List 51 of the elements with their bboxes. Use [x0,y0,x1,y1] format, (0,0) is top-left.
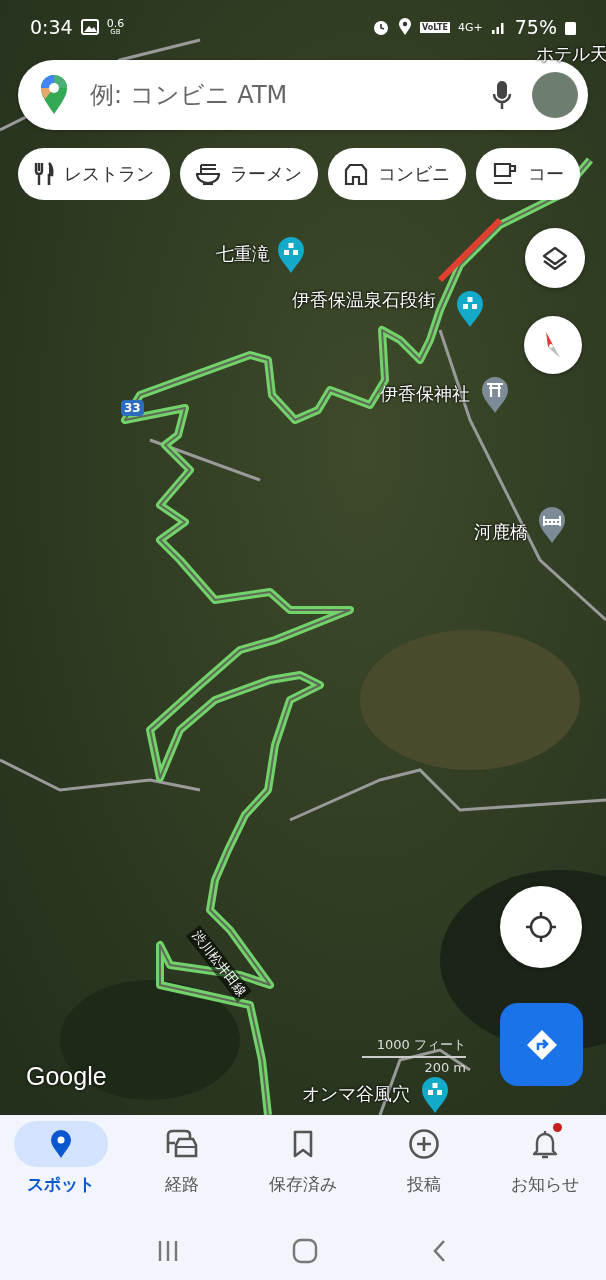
add-circle-icon [408,1128,441,1160]
attraction-pin-icon[interactable] [421,1076,449,1114]
coffee-cup-icon [492,162,518,186]
scale-imperial: 1000 フィート [376,1036,466,1054]
nav-tab[interactable]: 投稿 [363,1121,485,1221]
network-type: 4G+ [458,20,483,34]
nav-tab[interactable]: 経路 [121,1121,243,1221]
location-icon [398,18,413,36]
bookmark-icon [292,1130,314,1158]
noodle-bowl-icon [196,162,220,186]
microphone-icon[interactable] [492,80,512,110]
gallery-icon [80,19,99,35]
home-icon[interactable] [292,1237,318,1264]
category-chip[interactable]: コー [476,148,580,200]
nav-tab[interactable]: 保存済み [242,1121,364,1221]
place-label[interactable]: 七重滝 [216,242,270,266]
directions-button[interactable] [500,1003,583,1086]
place-label[interactable]: 伊香保温泉石段街 [292,288,436,312]
bus-car-icon [164,1129,199,1159]
shrine-gate-pin-icon[interactable] [481,376,509,414]
alarm-icon [372,18,391,36]
category-chip[interactable]: レストラン [18,148,170,200]
location-pin-icon [48,1129,73,1159]
bell-icon [532,1129,559,1159]
nav-tab[interactable]: スポット [0,1121,122,1221]
route-number-shield: 33 [121,400,144,416]
bridge-pin-icon[interactable] [538,506,566,544]
search-field[interactable]: 例: コンビニ ATM [88,80,472,110]
store-icon [344,163,368,185]
category-chip[interactable]: コンビニ [328,148,466,200]
status-time: 0:34 [30,16,73,38]
battery-icon [565,19,576,35]
place-label[interactable]: 河鹿橋 [474,520,528,544]
directions-icon [525,1028,558,1061]
data-amount: 0.6 [106,18,125,29]
crosshair-icon [525,911,557,943]
attraction-pin-icon[interactable] [277,236,305,274]
place-label[interactable]: 伊香保神社 [380,382,470,406]
place-label[interactable]: オンマ谷風穴 [302,1082,410,1106]
layers-icon [542,245,568,271]
battery-level: 75% [514,16,557,38]
scale-metric: 200 m [424,1060,466,1075]
recent-apps-icon[interactable] [156,1238,180,1263]
attraction-pin-icon[interactable] [456,290,484,328]
fork-knife-icon [34,162,54,186]
map-logo: Google [26,1062,107,1091]
volte-badge: VoLTE [420,21,450,33]
avatar-photo-placeholder[interactable] [532,72,578,118]
map-pin-logo-icon [40,75,68,115]
category-chip[interactable]: ラーメン [180,148,318,200]
nav-tab[interactable]: お知らせ [484,1121,606,1221]
